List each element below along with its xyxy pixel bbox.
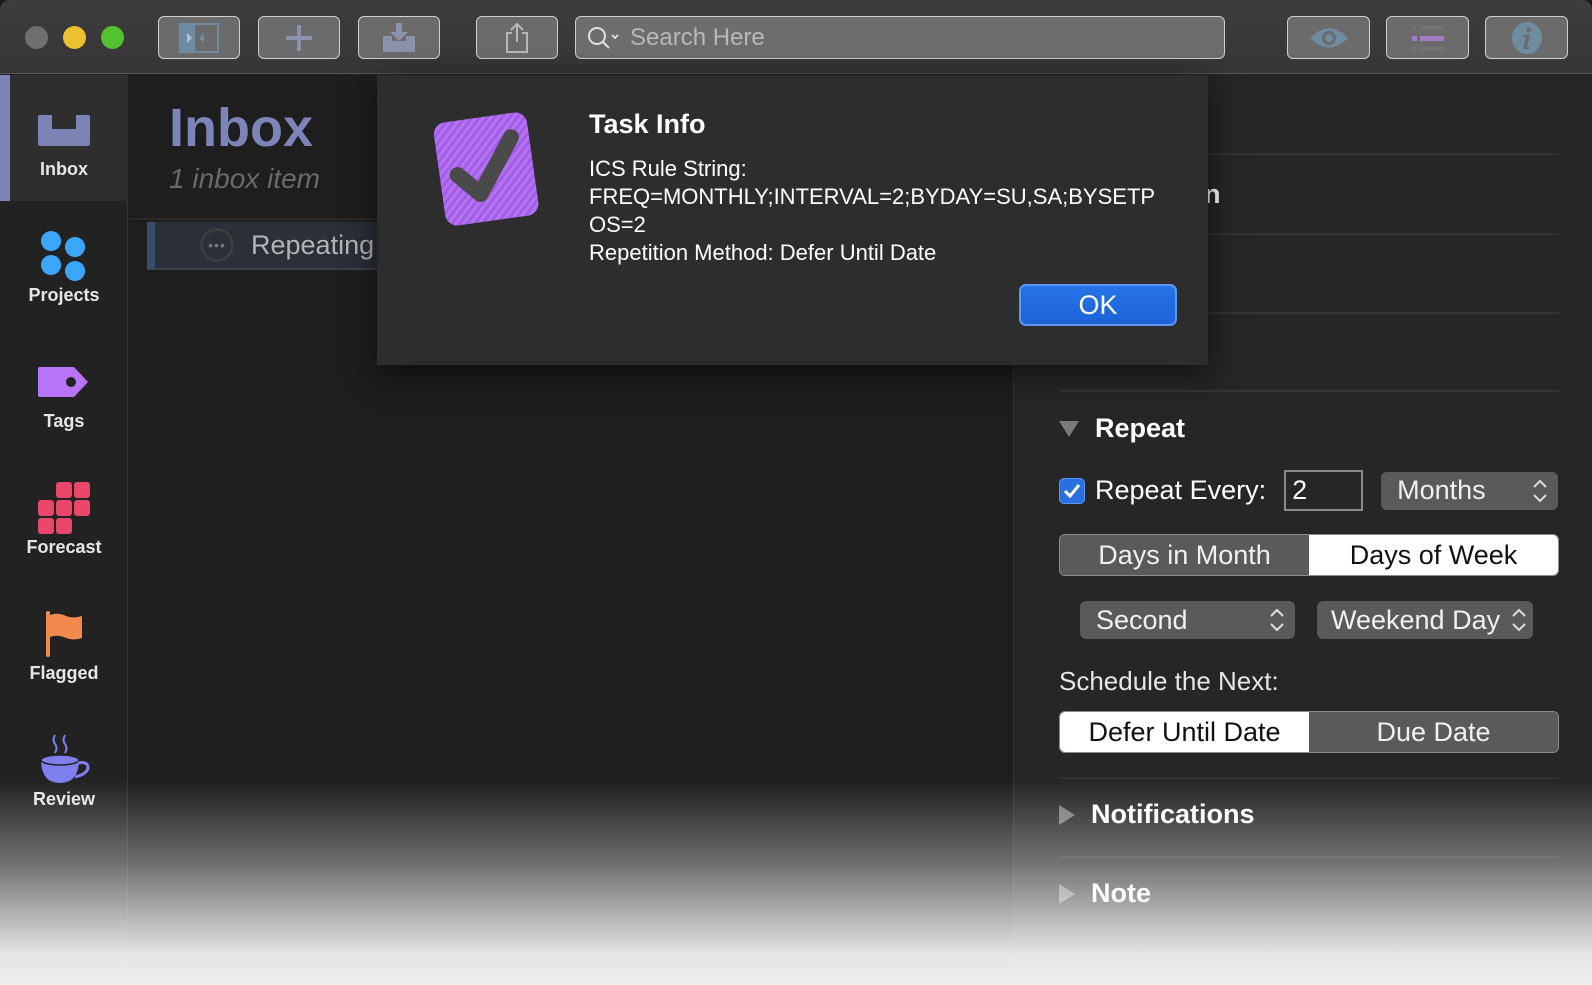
ordinal-popup[interactable]: Second — [1080, 601, 1295, 639]
repeat-every-row: Repeat Every: Months — [1059, 470, 1559, 511]
sidebar-item-projects[interactable]: Projects — [0, 201, 128, 327]
share-icon — [506, 22, 528, 53]
popup-value: Months — [1397, 475, 1486, 505]
section-title: Notifications — [1091, 799, 1255, 829]
window-minimize-button[interactable] — [63, 26, 86, 49]
ok-button[interactable]: OK — [1019, 284, 1177, 326]
tag-icon — [37, 355, 91, 409]
more-dots-icon: ••• — [208, 237, 226, 253]
inspector-button[interactable] — [1485, 16, 1568, 59]
updown-chevron-icon — [1532, 478, 1548, 504]
sidebar-item-label: Inbox — [40, 159, 88, 179]
new-item-button[interactable] — [258, 16, 340, 59]
popup-value: Weekend Day — [1331, 604, 1501, 635]
notifications-section-header[interactable]: Notifications — [1059, 799, 1255, 830]
schedule-next-label: Schedule the Next: — [1059, 666, 1279, 696]
repeat-section-header[interactable]: Repeat — [1059, 413, 1185, 444]
eye-icon — [1309, 28, 1348, 47]
perspective-sidebar: Inbox Projects Tags Forecast Flagged Rev… — [0, 75, 128, 985]
sidebar-item-label: Review — [32, 789, 96, 809]
divider — [1059, 390, 1559, 392]
omnifocus-app-icon — [431, 107, 541, 234]
ics-rule-label: ICS Rule String: — [589, 156, 747, 181]
ics-rule-value: FREQ=MONTHLY;INTERVAL=2;BYDAY=SU,SA;BYSE… — [589, 184, 1156, 237]
sidebar-item-label: Projects — [28, 285, 100, 305]
inbox-download-icon — [383, 22, 415, 52]
repeat-every-label: Repeat Every: — [1095, 475, 1267, 505]
segment-due-date[interactable]: Due Date — [1309, 712, 1558, 752]
checkmark-icon — [1063, 483, 1081, 498]
repeat-every-checkbox[interactable] — [1059, 477, 1085, 504]
segment-defer-until-date[interactable]: Defer Until Date — [1060, 712, 1309, 752]
search-input[interactable] — [630, 23, 1190, 52]
review-cup-icon — [37, 733, 91, 787]
divider — [1059, 856, 1559, 858]
search-field[interactable] — [575, 16, 1225, 59]
quick-entry-button[interactable] — [358, 16, 440, 59]
repeat-interval-input[interactable] — [1284, 470, 1364, 511]
flag-icon — [44, 607, 84, 661]
section-title: Repeat — [1095, 413, 1186, 443]
divider — [1059, 777, 1559, 779]
item-count: 1 inbox item — [169, 163, 320, 194]
segment-days-in-month[interactable]: Days in Month — [1060, 535, 1309, 575]
disclosure-right-icon — [1059, 804, 1075, 825]
projects-icon — [40, 229, 88, 283]
window-zoom-button[interactable] — [101, 26, 124, 49]
dialog-message: ICS Rule String: FREQ=MONTHLY;INTERVAL=2… — [589, 155, 1169, 267]
sidebar-item-inbox[interactable]: Inbox — [0, 75, 128, 201]
disclosure-down-icon — [1059, 420, 1079, 437]
dialog-title: Task Info — [589, 109, 706, 139]
schedule-next-segmented-control: Defer Until Date Due Date — [1059, 711, 1559, 753]
list-icon — [1411, 25, 1444, 50]
repetition-method: Repetition Method: Defer Until Date — [589, 240, 937, 265]
omnifocus-window: Inbox Projects Tags — [0, 0, 1592, 985]
task-status-circle[interactable]: ••• — [200, 228, 234, 262]
updown-chevron-icon — [1269, 607, 1285, 633]
popup-value: Second — [1096, 604, 1188, 635]
sidebar-item-label: Forecast — [26, 537, 102, 557]
sidebar-toggle-icon — [179, 22, 219, 53]
sidebar-item-review[interactable]: Review — [0, 705, 128, 831]
forecast-icon — [37, 481, 91, 535]
share-button[interactable] — [476, 16, 558, 59]
perspective-button[interactable] — [1287, 16, 1370, 59]
window-close-button[interactable] — [25, 26, 48, 49]
info-icon — [1511, 21, 1542, 54]
task-title[interactable]: Repeating — [251, 230, 374, 261]
repeat-unit-popup[interactable]: Months — [1381, 471, 1559, 510]
task-info-dialog: Task Info ICS Rule String: FREQ=MONTHLY;… — [377, 75, 1208, 365]
sidebar-item-forecast[interactable]: Forecast — [0, 453, 128, 579]
plus-icon — [286, 24, 312, 51]
outline-view-button[interactable] — [1386, 16, 1469, 59]
updown-chevron-icon — [1511, 607, 1527, 633]
search-icon — [588, 26, 619, 49]
repeat-mode-segmented-control: Days in Month Days of Week — [1059, 534, 1559, 576]
sidebar-item-label: Tags — [43, 411, 85, 431]
toolbar — [0, 0, 1592, 74]
sidebar-item-flagged[interactable]: Flagged — [0, 579, 128, 705]
disclosure-right-icon — [1059, 883, 1075, 904]
inbox-icon — [37, 103, 91, 157]
sidebar-toggle-button[interactable] — [158, 16, 240, 59]
sidebar-item-tags[interactable]: Tags — [0, 327, 128, 453]
segment-days-of-week[interactable]: Days of Week — [1309, 535, 1558, 575]
day-kind-popup[interactable]: Weekend Day — [1317, 601, 1533, 639]
note-section-header[interactable]: Note — [1059, 878, 1151, 909]
section-title: Note — [1091, 878, 1151, 908]
page-title: Inbox — [169, 98, 313, 158]
sidebar-item-label: Flagged — [29, 663, 99, 683]
